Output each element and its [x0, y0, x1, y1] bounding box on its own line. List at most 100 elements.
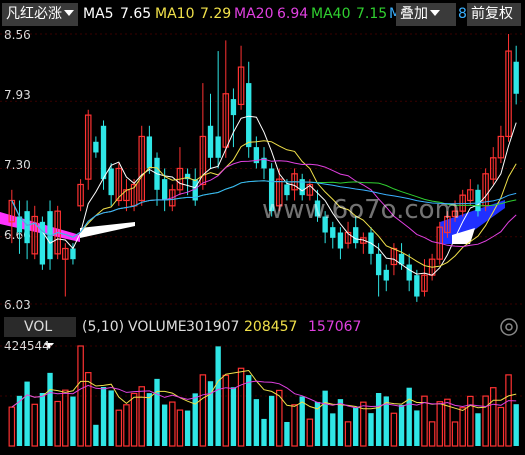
- candlestick-chart[interactable]: www.6o7o.com: [0, 30, 525, 314]
- volume-bar-up: [130, 392, 138, 447]
- volume-bar-down: [253, 399, 260, 446]
- volume-bar-down: [322, 390, 328, 446]
- volume-bar-down: [284, 421, 290, 446]
- volume-bar-down: [24, 381, 30, 446]
- candle-body-down: [284, 184, 290, 196]
- volume-bar-up: [390, 412, 398, 447]
- indicator-name: 凡红必涨: [6, 6, 62, 22]
- ma60-value-fragment: 8: [458, 6, 467, 22]
- volume-bar-up: [291, 404, 298, 447]
- volume-value: 301907: [186, 319, 240, 335]
- volume-bar-up: [482, 395, 489, 447]
- indicator-band-white: [80, 222, 135, 238]
- volume-bar-up: [222, 374, 230, 447]
- candle-body-down: [513, 61, 519, 94]
- volume-header: VOL (5,10) VOLUME 301907 208457 157067: [0, 314, 525, 349]
- volume-bar-up: [54, 400, 61, 447]
- candle-body-down: [337, 232, 344, 249]
- volume-bar-up: [199, 374, 207, 447]
- volume-bar-down: [337, 399, 344, 446]
- volume-bar-up: [306, 418, 314, 447]
- volume-bar-down: [108, 390, 114, 446]
- candle-body-down: [161, 179, 168, 201]
- volume-bar-down: [398, 404, 405, 446]
- volume-bar-down: [100, 386, 107, 446]
- volume-bar-down: [414, 410, 420, 446]
- volume-bar-down: [406, 387, 412, 446]
- volume-bar-up: [176, 409, 184, 447]
- volume-bar-up: [467, 395, 474, 447]
- adjust-button[interactable]: 前复权: [467, 3, 521, 26]
- ma5-value: 7.65: [120, 6, 152, 22]
- ma10-label: MA10: [155, 6, 195, 22]
- candle-body-down: [39, 221, 46, 265]
- volume-ma10-line: [11, 380, 517, 409]
- ma40-value: 7.15: [356, 6, 388, 22]
- chevron-down-icon: [430, 10, 440, 16]
- ma40-label: MA40: [311, 6, 351, 22]
- candle-body-down: [383, 269, 389, 281]
- volume-bar-down: [353, 407, 359, 446]
- volume-bar-up: [31, 403, 39, 447]
- volume-bar-down: [368, 413, 374, 446]
- indicator-header: 凡红必涨 MA5 7.65 MA10 7.29 MA20 6.94 MA40 7…: [0, 0, 525, 30]
- indicator-selector[interactable]: 凡红必涨: [2, 3, 78, 26]
- ma20-value: 6.94: [277, 6, 309, 22]
- candle-body-down: [246, 83, 252, 148]
- volume-bar-down: [39, 393, 46, 446]
- ma20-label: MA20: [234, 6, 274, 22]
- gear-icon[interactable]: [499, 317, 519, 337]
- volume-bar-down: [299, 396, 305, 446]
- volume-bar-up: [115, 409, 123, 447]
- volume-bar-down: [268, 395, 275, 446]
- candle-body-down: [100, 125, 107, 180]
- volume-bar-up: [62, 389, 69, 447]
- candle-body-down: [207, 125, 214, 158]
- candle-body-down: [375, 253, 382, 276]
- volume-bar-up: [505, 374, 512, 447]
- candle-body-down: [93, 141, 99, 153]
- overlay-button[interactable]: 叠加: [396, 3, 456, 26]
- candle-body-down: [353, 227, 359, 244]
- volume-bar-down: [161, 404, 168, 446]
- volume-label: VOLUME: [128, 319, 187, 335]
- volume-bar-down: [154, 378, 160, 446]
- volume-bar-down: [475, 413, 481, 446]
- volume-bar-down: [330, 413, 336, 446]
- volume-ma5-line: [11, 369, 517, 412]
- volume-bar-down: [93, 424, 99, 446]
- candle-body-down: [146, 136, 153, 169]
- volume-bar-down: [47, 372, 53, 446]
- candle-body-down: [406, 264, 412, 281]
- ma10-value: 7.29: [200, 6, 232, 22]
- volume-ma10-value: 157067: [308, 319, 362, 335]
- volume-bar-down: [192, 393, 198, 446]
- candle-body-down: [24, 211, 30, 244]
- volume-chart[interactable]: [0, 342, 525, 452]
- volume-selector[interactable]: VOL: [4, 317, 76, 349]
- candle-body-down: [108, 168, 114, 196]
- volume-ma5-value: 208457: [244, 319, 298, 335]
- volume-bar-down: [70, 396, 76, 446]
- volume-bar-up: [169, 401, 176, 447]
- volume-bar-up: [8, 406, 16, 447]
- volume-bar-down: [184, 410, 191, 446]
- volume-bar-up: [497, 406, 505, 447]
- volume-bar-up: [84, 372, 92, 447]
- ma5-label: MA5: [83, 6, 114, 22]
- volume-bar-down: [513, 404, 519, 446]
- volume-bar-up: [237, 367, 245, 447]
- volume-bar-up: [459, 407, 466, 447]
- candle-body-down: [330, 227, 336, 238]
- volume-bar-down: [246, 375, 252, 446]
- volume-bar-up: [451, 421, 459, 447]
- volume-bar-up: [428, 421, 436, 447]
- volume-selector-label: VOL: [24, 319, 53, 335]
- volume-bar-down: [230, 387, 237, 446]
- chevron-down-icon: [64, 10, 74, 16]
- candle-body-down: [475, 189, 481, 212]
- volume-bar-up: [344, 421, 352, 447]
- volume-bar-down: [146, 393, 153, 446]
- volume-params: (5,10): [82, 319, 125, 335]
- candle-body-down: [70, 248, 76, 260]
